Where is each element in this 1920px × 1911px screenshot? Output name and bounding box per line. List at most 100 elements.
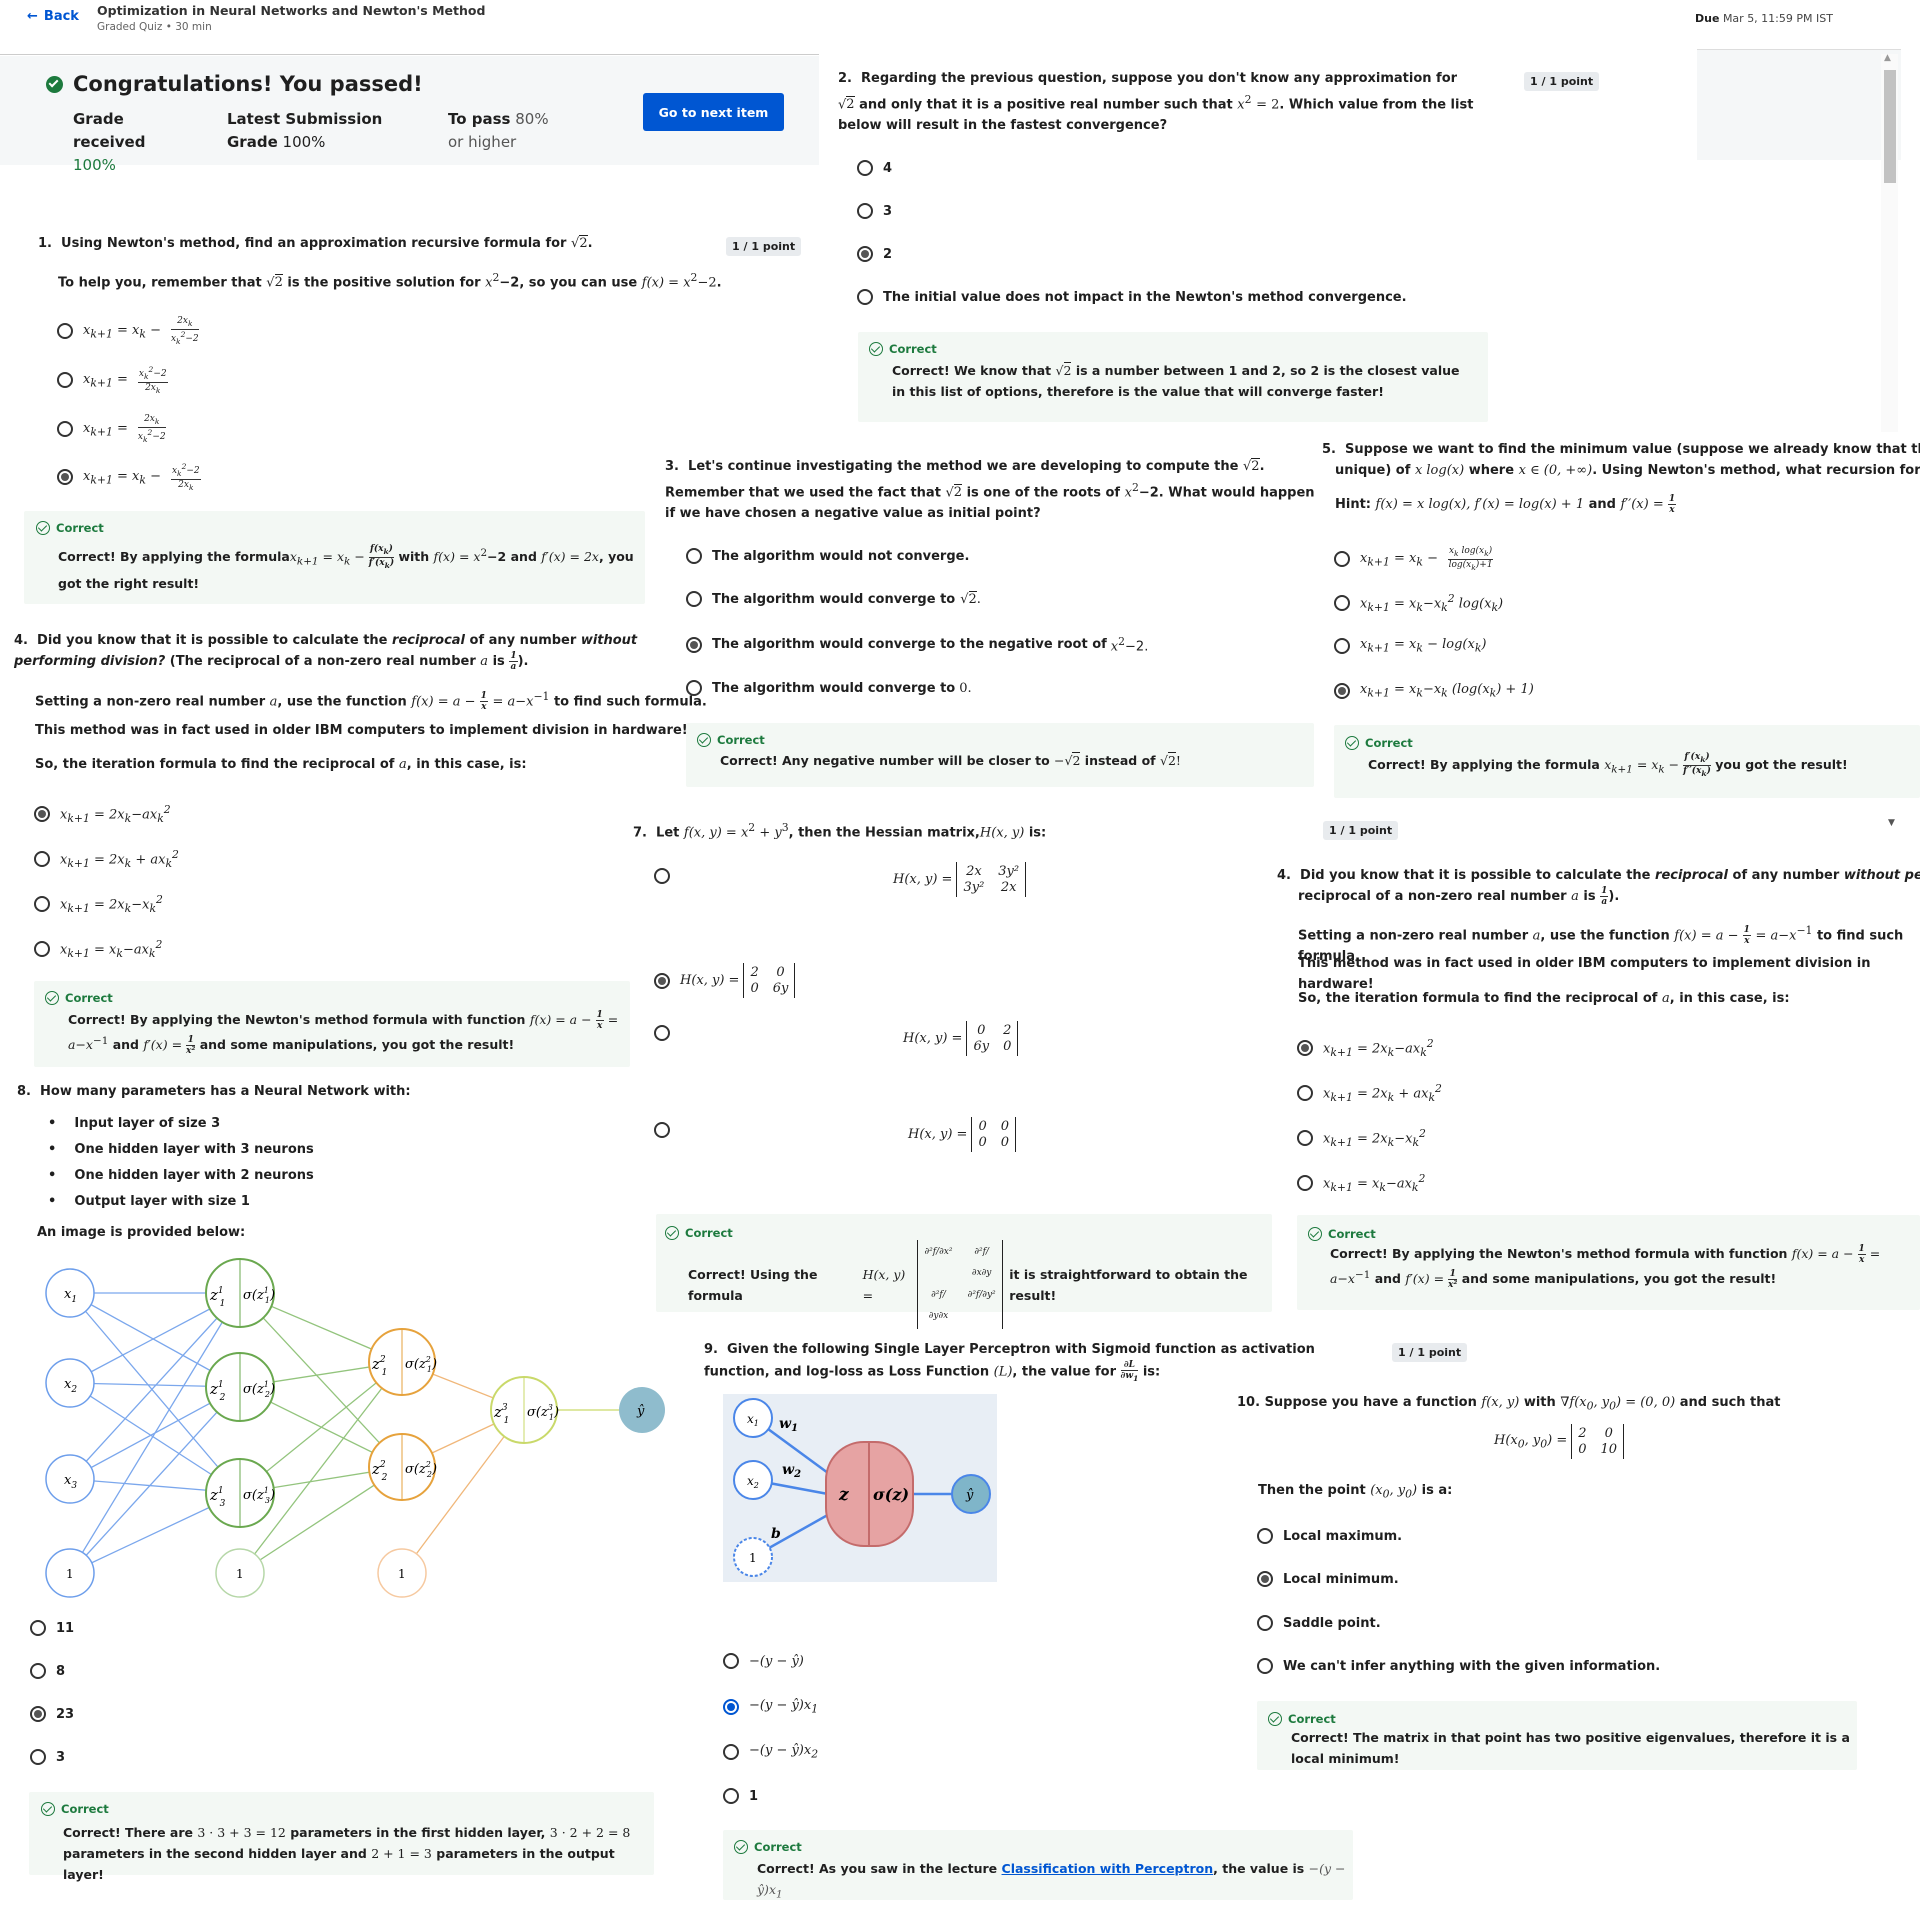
q4-option-2[interactable]: xk+1 = 2xk + axk2 [34, 848, 179, 870]
q3-option-3[interactable]: The algorithm would converge to the nega… [686, 635, 1148, 654]
q4-option-3[interactable]: xk+1 = 2xk−xk2 [34, 893, 163, 915]
radio-button[interactable] [57, 372, 73, 389]
radio-button[interactable] [34, 850, 50, 867]
radio-button[interactable] [723, 1653, 739, 1669]
q2-option-3[interactable]: 2 [857, 246, 892, 262]
q10-option-label: We can't infer anything with the given i… [1283, 1658, 1661, 1674]
radio-button[interactable] [34, 895, 50, 912]
q4-right-option-1[interactable]: xk+1 = 2xk−axk2 [1297, 1037, 1434, 1059]
radio-button[interactable] [1334, 551, 1350, 568]
q4-right-option-4[interactable]: xk+1 = xk−axk2 [1297, 1172, 1425, 1194]
q8-option-2[interactable]: 8 [30, 1663, 65, 1679]
q3-option-2[interactable]: The algorithm would converge to √2. [686, 590, 981, 607]
radio-button[interactable] [686, 680, 702, 696]
radio-button[interactable] [1257, 1615, 1273, 1631]
radio-button-selected[interactable] [857, 246, 873, 262]
check-icon [1308, 1227, 1322, 1241]
q8-option-1[interactable]: 11 [30, 1620, 74, 1636]
radio-button[interactable] [723, 1788, 739, 1804]
q5-option-4[interactable]: xk+1 = xk−xk (log(xk) + 1) [1334, 682, 1534, 700]
q1-option-4[interactable]: xk+1 = xk − xk2−2 2xk [57, 462, 201, 493]
q4-right-option-2[interactable]: xk+1 = 2xk + axk2 [1297, 1082, 1442, 1104]
radio-button[interactable] [57, 421, 73, 438]
q10-option-3[interactable]: Saddle point. [1257, 1615, 1381, 1631]
radio-button[interactable] [1297, 1174, 1313, 1191]
q4-option-4[interactable]: xk+1 = xk−axk2 [34, 938, 162, 960]
scroll-down-icon[interactable]: ▼ [1888, 818, 1895, 828]
input-layer: x1 x2 x3 1 [45, 1268, 95, 1598]
q7-fb-a: Correct! Using the formula [688, 1266, 818, 1303]
q5-option-2[interactable]: xk+1 = xk−xk2 log(xk) [1334, 592, 1503, 614]
q2-option-2[interactable]: 3 [857, 203, 892, 219]
radio-button[interactable] [723, 1743, 739, 1760]
radio-button[interactable] [1334, 594, 1350, 611]
q3-option-label: The algorithm would converge to the nega… [712, 637, 1107, 653]
radio-button[interactable] [1257, 1528, 1273, 1544]
radio-button-selected[interactable] [1257, 1571, 1273, 1587]
radio-button[interactable] [654, 868, 670, 884]
q10-option-label: Saddle point. [1283, 1615, 1381, 1631]
q4-right-option-3[interactable]: xk+1 = 2xk−xk2 [1297, 1127, 1426, 1149]
radio-button-selected[interactable] [30, 1706, 46, 1722]
next-item-button[interactable]: Go to next item [643, 93, 784, 131]
radio-button[interactable] [34, 940, 50, 957]
scrollbar-thumb[interactable] [1884, 70, 1896, 183]
back-link[interactable]: ← Back [27, 9, 79, 24]
radio-button[interactable] [857, 203, 873, 219]
q7-option-1[interactable] [654, 868, 670, 884]
radio-button[interactable] [686, 548, 702, 564]
lecture-link[interactable]: Classification with Perceptron [1002, 1861, 1214, 1876]
q8-fb-b: parameters in the first hidden layer, [290, 1825, 546, 1840]
radio-button-selected[interactable] [34, 805, 50, 822]
q1-option-3[interactable]: xk+1 = 2xk xk2−2 [57, 414, 166, 445]
radio-button[interactable] [1297, 1084, 1313, 1101]
q8-bullets: • Input layer of size 3 • One hidden lay… [48, 1113, 314, 1212]
radio-button[interactable] [857, 160, 873, 176]
q5-option-3[interactable]: xk+1 = xk − log(xk) [1334, 637, 1486, 655]
q10-feedback-text: Correct! The matrix in that point has tw… [1291, 1730, 1850, 1766]
q5-number: 5. [1322, 442, 1336, 457]
q1-prompt: 1. Using Newton's method, find an approx… [38, 235, 593, 251]
radio-button[interactable] [654, 1025, 670, 1041]
q4-option-1[interactable]: xk+1 = 2xk−axk2 [34, 803, 171, 825]
q3-option-4[interactable]: The algorithm would converge to 0. [686, 680, 972, 696]
q9-option-4[interactable]: 1 [723, 1788, 758, 1804]
radio-button[interactable] [30, 1620, 46, 1636]
radio-button[interactable] [654, 1122, 670, 1138]
q10-option-2[interactable]: Local minimum. [1257, 1571, 1399, 1587]
radio-button[interactable] [1334, 637, 1350, 654]
q4-reciprocal: reciprocal [1655, 868, 1729, 883]
q10-option-4[interactable]: We can't infer anything with the given i… [1257, 1658, 1660, 1674]
q9-option-2[interactable]: −(y − ŷ)x1 [723, 1698, 818, 1716]
q3-option-1[interactable]: The algorithm would not converge. [686, 548, 969, 564]
radio-button-selected[interactable] [1297, 1039, 1313, 1056]
q7-option-2[interactable]: H(x, y) = 2 0 0 6y [654, 963, 796, 998]
q5-option-1[interactable]: xk+1 = xk − xk log(xk) log(xk)+1 [1334, 546, 1494, 573]
q8-option-3[interactable]: 23 [30, 1706, 74, 1722]
radio-button-selected[interactable] [654, 972, 670, 989]
q8-option-4[interactable]: 3 [30, 1749, 65, 1765]
radio-button-selected[interactable] [1334, 682, 1350, 699]
q10-option-1[interactable]: Local maximum. [1257, 1528, 1402, 1544]
q2-option-1[interactable]: 4 [857, 160, 892, 176]
q8-option-label: 11 [56, 1620, 75, 1636]
q7-option-4[interactable] [654, 1122, 670, 1138]
q1-option-1[interactable]: xk+1 = xk − 2xk xk2−2 [57, 316, 199, 347]
q9-option-1[interactable]: −(y − ŷ) [723, 1653, 804, 1669]
radio-button-selected[interactable] [723, 1698, 739, 1715]
scroll-up-icon[interactable]: ▲ [1884, 53, 1891, 63]
q9-option-3[interactable]: −(y − ŷ)x2 [723, 1743, 818, 1761]
radio-button[interactable] [30, 1749, 46, 1765]
q7-option-3[interactable] [654, 1025, 670, 1041]
radio-button[interactable] [686, 591, 702, 607]
q2-option-4[interactable]: The initial value does not impact in the… [857, 289, 1407, 305]
radio-button[interactable] [857, 289, 873, 305]
radio-button[interactable] [1257, 1658, 1273, 1674]
q1-option-2[interactable]: xk+1 = xk2−2 2xk [57, 365, 168, 396]
radio-button-selected[interactable] [686, 636, 702, 653]
radio-button[interactable] [57, 323, 73, 340]
radio-button[interactable] [1297, 1129, 1313, 1146]
input-connections [69, 1292, 241, 1574]
radio-button-selected[interactable] [57, 469, 73, 486]
radio-button[interactable] [30, 1663, 46, 1679]
